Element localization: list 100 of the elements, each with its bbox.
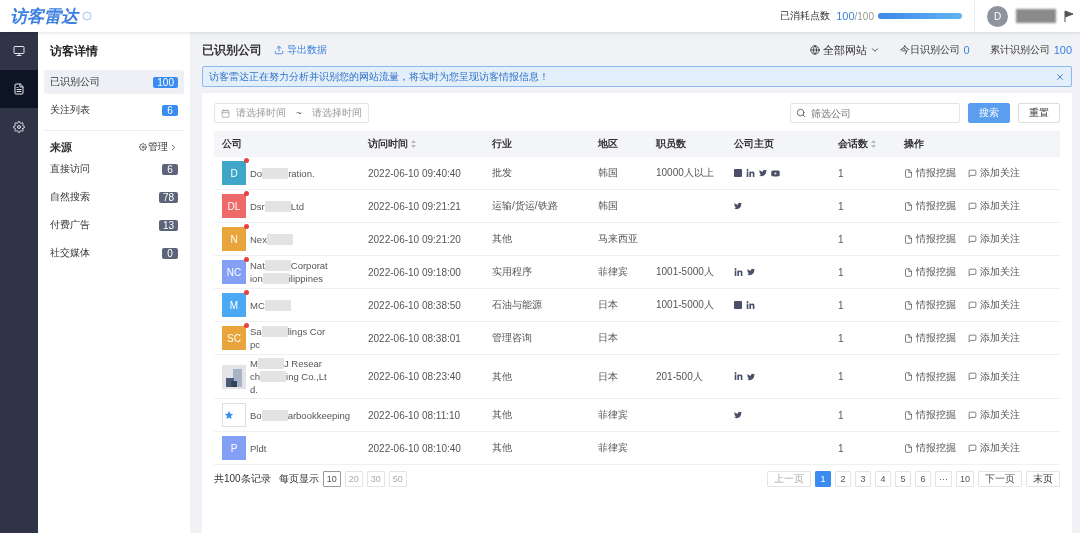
total-records: 共100条记录 [214,472,271,486]
page-button[interactable]: 10 [956,471,974,487]
follow-link[interactable]: 添加关注 [968,232,1020,246]
company-name[interactable]: Nat Corporat ion ilippines [250,259,328,285]
industry-cell: 其他 [492,369,512,384]
total-value: 100 [1053,44,1072,56]
company-logo: P [222,436,246,460]
count-badge: 78 [158,191,178,203]
twitter-icon[interactable] [734,202,742,210]
intel-link[interactable]: 情报挖掘 [904,232,956,246]
staff-cell: 201-500人 [656,369,703,384]
follow-link[interactable]: 添加关注 [968,166,1020,180]
points-used: 100 [836,10,855,22]
intel-link[interactable]: 情报挖掘 [904,166,956,180]
count-badge: 13 [158,219,178,231]
page-button[interactable]: 2 [835,471,851,487]
export-link[interactable]: 导出数据 [274,43,327,57]
youtube-icon[interactable] [771,168,780,178]
company-logo: DL [222,194,246,218]
close-icon[interactable] [1055,71,1065,82]
company-search-field[interactable]: 筛选公司 [790,103,960,123]
points-total: /100 [854,10,874,22]
follow-link[interactable]: 添加关注 [968,441,1020,455]
sidebar-item[interactable]: 已识别公司 100 [44,70,184,94]
speech-bubble-icon [968,443,977,453]
source-item[interactable]: 社交媒体 0 [44,241,184,265]
region-cell: 日本 [598,369,618,384]
search-icon [796,108,806,118]
industry-cell: 其他 [492,408,512,422]
twitter-icon[interactable] [759,169,767,177]
date-range-field[interactable]: 请选择时间 ~ 请选择时间 [214,103,369,123]
visit-time: 2022-06-10 08:10:40 [368,442,461,454]
follow-link[interactable]: 添加关注 [968,199,1020,213]
intel-link[interactable]: 情报挖掘 [904,331,956,345]
company-logo: N [222,227,246,251]
intel-link[interactable]: 情报挖掘 [904,199,956,213]
industry-cell: 其他 [492,232,512,246]
intel-link[interactable]: 情报挖掘 [904,441,956,455]
linkedin-icon[interactable] [746,300,755,310]
sidebar-item[interactable]: 关注列表 6 [44,98,184,122]
per-page-label: 每页显示 [278,472,319,486]
column-header: 会话数 [838,137,868,151]
company-name[interactable]: Sa lings Cor pc [250,325,326,351]
speech-bubble-icon [968,410,977,420]
session-count: 1 [838,332,844,344]
document-icon [904,168,913,178]
page-button[interactable]: 6 [915,471,931,487]
visit-time: 2022-06-10 08:38:50 [368,299,461,311]
source-item[interactable]: 直接访问 6 [44,157,184,181]
follow-link[interactable]: 添加关注 [968,298,1020,312]
calendar-icon [221,108,230,118]
company-name[interactable]: Pldt [250,441,267,455]
item-label: 直接访问 [50,162,90,176]
site-filter[interactable]: 全部网站 [809,42,880,58]
industry-cell: 批发 [492,166,512,180]
flag-icon[interactable] [1064,10,1074,22]
twitter-icon[interactable] [747,268,755,276]
region-cell: 菲律宾 [598,265,628,279]
gear-icon [139,143,147,151]
region-cell: 菲律宾 [598,408,628,422]
source-item[interactable]: 付费广告 13 [44,213,184,237]
column-header: 操作 [904,137,924,151]
page-size-option[interactable]: 10 [322,471,341,487]
next-page-button[interactable]: 下一页 [978,471,1022,487]
logo: 访客雷达 [10,4,92,28]
region-cell: 日本 [598,331,618,345]
intel-link[interactable]: 情报挖掘 [904,298,956,312]
points-label: 已消耗点数 [780,9,831,23]
follow-link[interactable]: 添加关注 [968,408,1020,422]
follow-link[interactable]: 添加关注 [968,265,1020,279]
company-name[interactable]: Do ration. [250,166,315,180]
intel-link[interactable]: 情报挖掘 [904,265,956,279]
linkedin-icon[interactable] [734,372,743,381]
follow-link[interactable]: 添加关注 [968,369,1020,384]
document-icon[interactable] [0,70,38,108]
speech-bubble-icon [968,234,977,244]
source-item[interactable]: 自然搜索 78 [44,185,184,209]
linkedin-icon[interactable] [734,267,743,277]
company-name[interactable]: M J Resear ch ing Co.,Lt d. [250,357,327,396]
speech-bubble-icon [968,267,977,277]
reset-button[interactable]: 重置 [1018,103,1060,123]
page-button[interactable]: ··· [935,471,952,487]
manage-link[interactable]: 管理 [139,140,178,154]
last-page-button[interactable]: 末页 [1026,471,1060,487]
page-button[interactable]: 4 [875,471,891,487]
linkedin-icon[interactable] [746,168,755,178]
page-button[interactable]: 5 [895,471,911,487]
chevron-down-icon [869,45,880,55]
company-logo: M [222,293,246,317]
company-name[interactable]: Dsr Ltd [250,199,304,213]
page-title: 已识别公司 [202,41,262,59]
page-button[interactable]: 3 [855,471,871,487]
company-name[interactable]: Bo arbookkeeping [250,408,350,422]
follow-link[interactable]: 添加关注 [968,331,1020,345]
twitter-icon[interactable] [747,372,755,381]
intel-link[interactable]: 情报挖掘 [904,408,956,422]
staff-cell: 1001-5000人 [656,298,714,312]
count-badge: 100 [153,76,178,88]
intel-link[interactable]: 情报挖掘 [904,369,956,384]
twitter-icon[interactable] [734,411,742,419]
